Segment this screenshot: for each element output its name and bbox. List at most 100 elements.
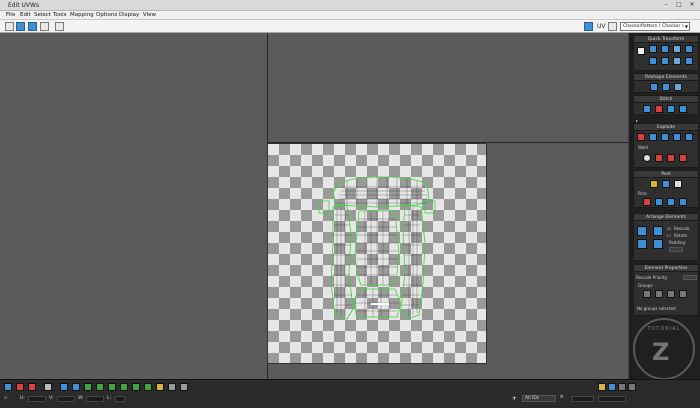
flatten-icon[interactable]	[661, 133, 669, 141]
paint-size-down-icon[interactable]	[180, 383, 188, 391]
rotate-checkbox[interactable]: ☐	[667, 233, 671, 238]
rollout-title-arrange[interactable]: Arrange Elements	[634, 214, 698, 221]
pack-custom-icon[interactable]	[637, 226, 647, 236]
relax-settings-icon[interactable]	[674, 83, 682, 91]
rollout-title-stitch[interactable]: Stitch	[634, 96, 698, 103]
pin-icon[interactable]	[643, 198, 651, 206]
collapse-arrow-icon[interactable]: ▸	[636, 118, 638, 123]
edge-mode-icon[interactable]	[16, 383, 24, 391]
space-vertical-icon[interactable]	[685, 57, 693, 65]
detach-icon[interactable]	[649, 133, 657, 141]
quick-peel-icon[interactable]	[650, 180, 658, 188]
menu-file[interactable]: File	[6, 12, 15, 18]
stitch-source-icon[interactable]	[667, 105, 675, 113]
rollout-title-reshape[interactable]: Reshape Elements	[634, 74, 698, 81]
move-icon[interactable]	[5, 22, 14, 31]
break-icon[interactable]	[637, 133, 645, 141]
group-ungroup-icon[interactable]	[679, 290, 687, 298]
uv-space-label[interactable]: UV	[597, 23, 606, 30]
scale-icon[interactable]	[28, 22, 37, 31]
lock-selection-icon[interactable]: ▫	[4, 396, 7, 401]
w-coordinate-field[interactable]	[86, 396, 104, 402]
menu-mapping[interactable]: Mapping	[70, 12, 94, 18]
select-by-element-icon[interactable]	[60, 383, 68, 391]
filter-icon[interactable]: ⧩	[512, 396, 516, 402]
material-id-dropdown[interactable]: All IDs	[522, 395, 556, 402]
explode-icon[interactable]	[673, 133, 681, 141]
stitch-settings-icon[interactable]	[679, 105, 687, 113]
polygon-mode-icon[interactable]	[28, 383, 36, 391]
ring-select-icon[interactable]	[120, 383, 128, 391]
uv-viewport[interactable]	[0, 33, 629, 379]
relax-icon[interactable]	[662, 83, 670, 91]
l-field[interactable]	[115, 396, 125, 402]
reset-peel-icon[interactable]	[674, 180, 682, 188]
grow-ring-icon[interactable]	[132, 383, 140, 391]
shrink-selection-icon[interactable]	[96, 383, 104, 391]
align-vertical-icon[interactable]	[661, 45, 669, 53]
loop-select-icon[interactable]	[108, 383, 116, 391]
group-select-icon[interactable]	[667, 290, 675, 298]
shrink-ring-icon[interactable]	[144, 383, 152, 391]
peel-mode-icon[interactable]	[662, 180, 670, 188]
explode-settings-icon[interactable]	[685, 133, 693, 141]
texture-dropdown[interactable]: CheckerPattern ( Checker ) ▼	[620, 22, 690, 31]
grid-value-field[interactable]	[598, 396, 626, 402]
stitch-to-target-icon[interactable]	[643, 105, 651, 113]
group-add-icon[interactable]	[643, 290, 651, 298]
settings-gear-icon[interactable]: ✲	[560, 395, 564, 400]
select-inverted-icon[interactable]	[72, 383, 80, 391]
align-to-edge-icon[interactable]	[649, 57, 657, 65]
pack-together-icon[interactable]	[653, 226, 663, 236]
grow-selection-icon[interactable]	[84, 383, 92, 391]
rollout-title-quick-transform[interactable]: Quick Transform	[634, 36, 698, 43]
straighten-icon[interactable]	[650, 83, 658, 91]
freeform-icon[interactable]	[40, 22, 49, 31]
menu-edit[interactable]: Edit	[20, 12, 31, 18]
space-horizontal-icon[interactable]	[685, 45, 693, 53]
weld-threshold-icon[interactable]	[667, 154, 675, 162]
padding-spinner[interactable]	[669, 247, 683, 252]
filter-value-field[interactable]	[572, 396, 594, 402]
pan-icon[interactable]	[598, 383, 606, 391]
rollout-title-explode[interactable]: Explode	[634, 124, 698, 131]
menu-view[interactable]: View	[143, 12, 156, 18]
rotate-cw-icon[interactable]	[673, 57, 681, 65]
zoom-icon[interactable]	[608, 383, 616, 391]
menu-select[interactable]: Select	[34, 12, 51, 18]
rescale-priority-spinner[interactable]	[683, 275, 697, 280]
u-coordinate-field[interactable]	[28, 396, 46, 402]
rotate-icon[interactable]	[16, 22, 25, 31]
group-remove-icon[interactable]	[655, 290, 663, 298]
linear-align-icon[interactable]	[661, 57, 669, 65]
weld-selected-icon[interactable]	[655, 154, 663, 162]
paint-size-up-icon[interactable]	[168, 383, 176, 391]
rollout-title-element-props[interactable]: Element Properties	[634, 265, 698, 272]
rollout-title-peel[interactable]: Peel	[634, 171, 698, 178]
checker-icon[interactable]	[608, 22, 617, 31]
weld-settings-icon[interactable]	[679, 154, 687, 162]
mirror-icon[interactable]	[55, 22, 64, 31]
zoom-extents-icon[interactable]	[628, 383, 636, 391]
select-pins-icon[interactable]	[679, 198, 687, 206]
uv-islands[interactable]	[267, 143, 487, 364]
rescale-elements-icon[interactable]	[653, 239, 663, 249]
rotate-ccw-icon[interactable]	[673, 45, 681, 53]
menu-display[interactable]: Display	[119, 12, 139, 18]
menu-options[interactable]: Options	[96, 12, 117, 18]
minimize-icon[interactable]: –	[660, 1, 672, 9]
menu-tools[interactable]: Tools	[53, 12, 67, 18]
pack-normalize-icon[interactable]	[637, 239, 647, 249]
show-map-icon[interactable]	[584, 22, 593, 31]
maximize-icon[interactable]: □	[673, 1, 685, 9]
rescale-checkbox[interactable]: ☑	[667, 226, 671, 231]
weld-target-icon[interactable]	[643, 154, 651, 162]
close-icon[interactable]: ✕	[686, 1, 698, 9]
auto-pin-icon[interactable]	[667, 198, 675, 206]
stitch-average-icon[interactable]	[655, 105, 663, 113]
pivot-icon[interactable]	[637, 47, 645, 55]
vertex-mode-icon[interactable]	[4, 383, 12, 391]
element-mode-icon[interactable]	[44, 383, 52, 391]
v-coordinate-field[interactable]	[57, 396, 75, 402]
align-horizontal-icon[interactable]	[649, 45, 657, 53]
